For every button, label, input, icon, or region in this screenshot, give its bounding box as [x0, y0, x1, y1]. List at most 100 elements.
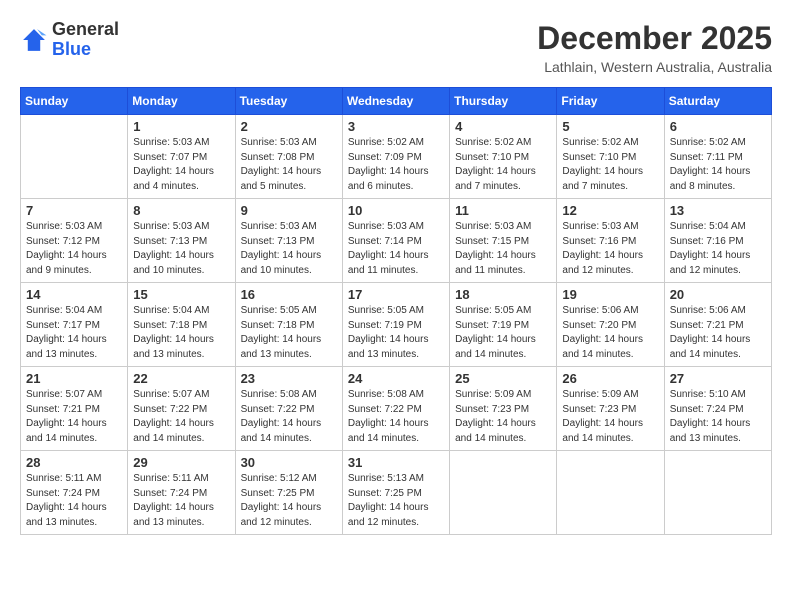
- day-cell: 27 Sunrise: 5:10 AM Sunset: 7:24 PM Dayli…: [664, 367, 771, 451]
- day-cell: [450, 451, 557, 535]
- logo-icon: [20, 26, 48, 54]
- day-info: Sunrise: 5:07 AM Sunset: 7:21 PM Dayligh…: [26, 388, 122, 446]
- day-info: Sunrise: 5:02 AM Sunset: 7:10 PM Dayligh…: [455, 136, 551, 194]
- day-number: 1: [133, 119, 229, 134]
- day-info: Sunrise: 5:13 AM Sunset: 7:25 PM Dayligh…: [348, 472, 444, 530]
- day-cell: 31 Sunrise: 5:13 AM Sunset: 7:25 PM Dayli…: [342, 451, 449, 535]
- day-number: 10: [348, 203, 444, 218]
- day-cell: 10 Sunrise: 5:03 AM Sunset: 7:14 PM Dayli…: [342, 199, 449, 283]
- day-cell: 9 Sunrise: 5:03 AM Sunset: 7:13 PM Daylig…: [235, 199, 342, 283]
- day-info: Sunrise: 5:03 AM Sunset: 7:13 PM Dayligh…: [133, 220, 229, 278]
- day-number: 17: [348, 287, 444, 302]
- day-info: Sunrise: 5:02 AM Sunset: 7:10 PM Dayligh…: [562, 136, 658, 194]
- day-number: 24: [348, 371, 444, 386]
- day-cell: 18 Sunrise: 5:05 AM Sunset: 7:19 PM Dayli…: [450, 283, 557, 367]
- day-number: 2: [241, 119, 337, 134]
- week-row-3: 14 Sunrise: 5:04 AM Sunset: 7:17 PM Dayli…: [21, 283, 772, 367]
- day-cell: [557, 451, 664, 535]
- day-info: Sunrise: 5:03 AM Sunset: 7:13 PM Dayligh…: [241, 220, 337, 278]
- day-number: 22: [133, 371, 229, 386]
- day-cell: 22 Sunrise: 5:07 AM Sunset: 7:22 PM Dayli…: [128, 367, 235, 451]
- day-number: 23: [241, 371, 337, 386]
- day-info: Sunrise: 5:07 AM Sunset: 7:22 PM Dayligh…: [133, 388, 229, 446]
- day-info: Sunrise: 5:03 AM Sunset: 7:16 PM Dayligh…: [562, 220, 658, 278]
- day-cell: 12 Sunrise: 5:03 AM Sunset: 7:16 PM Dayli…: [557, 199, 664, 283]
- day-cell: 29 Sunrise: 5:11 AM Sunset: 7:24 PM Dayli…: [128, 451, 235, 535]
- day-info: Sunrise: 5:11 AM Sunset: 7:24 PM Dayligh…: [133, 472, 229, 530]
- day-cell: 5 Sunrise: 5:02 AM Sunset: 7:10 PM Daylig…: [557, 115, 664, 199]
- day-number: 12: [562, 203, 658, 218]
- day-cell: 14 Sunrise: 5:04 AM Sunset: 7:17 PM Dayli…: [21, 283, 128, 367]
- col-header-monday: Monday: [128, 88, 235, 115]
- day-cell: 28Sunrise: 5:11 AM Sunset: 7:24 PM Dayli…: [21, 451, 128, 535]
- day-number: 8: [133, 203, 229, 218]
- day-info: Sunrise: 5:04 AM Sunset: 7:17 PM Dayligh…: [26, 304, 122, 362]
- day-cell: [21, 115, 128, 199]
- day-cell: 21 Sunrise: 5:07 AM Sunset: 7:21 PM Dayli…: [21, 367, 128, 451]
- logo-general-text: General: [52, 20, 119, 40]
- day-number: 21: [26, 371, 122, 386]
- day-info: Sunrise: 5:08 AM Sunset: 7:22 PM Dayligh…: [348, 388, 444, 446]
- day-info: Sunrise: 5:08 AM Sunset: 7:22 PM Dayligh…: [241, 388, 337, 446]
- day-number: 27: [670, 371, 766, 386]
- day-cell: 1 Sunrise: 5:03 AM Sunset: 7:07 PM Daylig…: [128, 115, 235, 199]
- day-number: 14: [26, 287, 122, 302]
- day-cell: 7 Sunrise: 5:03 AM Sunset: 7:12 PM Daylig…: [21, 199, 128, 283]
- day-info: Sunrise: 5:05 AM Sunset: 7:19 PM Dayligh…: [348, 304, 444, 362]
- location-text: Lathlain, Western Australia, Australia: [537, 59, 772, 75]
- week-row-2: 7 Sunrise: 5:03 AM Sunset: 7:12 PM Daylig…: [21, 199, 772, 283]
- day-cell: 24 Sunrise: 5:08 AM Sunset: 7:22 PM Dayli…: [342, 367, 449, 451]
- day-number: 31: [348, 455, 444, 470]
- day-info: Sunrise: 5:03 AM Sunset: 7:07 PM Dayligh…: [133, 136, 229, 194]
- day-number: 18: [455, 287, 551, 302]
- col-header-sunday: Sunday: [21, 88, 128, 115]
- day-info: Sunrise: 5:06 AM Sunset: 7:21 PM Dayligh…: [670, 304, 766, 362]
- page-header: General Blue December 2025 Lathlain, Wes…: [20, 20, 772, 75]
- day-cell: 19Sunrise: 5:06 AM Sunset: 7:20 PM Dayli…: [557, 283, 664, 367]
- day-info: Sunrise: 5:04 AM Sunset: 7:16 PM Dayligh…: [670, 220, 766, 278]
- day-info: Sunrise: 5:02 AM Sunset: 7:11 PM Dayligh…: [670, 136, 766, 194]
- day-number: 20: [670, 287, 766, 302]
- col-header-thursday: Thursday: [450, 88, 557, 115]
- day-number: 30: [241, 455, 337, 470]
- col-header-wednesday: Wednesday: [342, 88, 449, 115]
- day-number: 3: [348, 119, 444, 134]
- day-cell: 6 Sunrise: 5:02 AM Sunset: 7:11 PM Daylig…: [664, 115, 771, 199]
- day-number: 5: [562, 119, 658, 134]
- col-header-saturday: Saturday: [664, 88, 771, 115]
- day-info: Sunrise: 5:05 AM Sunset: 7:19 PM Dayligh…: [455, 304, 551, 362]
- day-cell: 23 Sunrise: 5:08 AM Sunset: 7:22 PM Dayli…: [235, 367, 342, 451]
- day-cell: 2Sunrise: 5:03 AM Sunset: 7:08 PM Daylig…: [235, 115, 342, 199]
- day-number: 29: [133, 455, 229, 470]
- week-row-4: 21 Sunrise: 5:07 AM Sunset: 7:21 PM Dayli…: [21, 367, 772, 451]
- day-info: Sunrise: 5:06 AM Sunset: 7:20 PM Dayligh…: [562, 304, 658, 362]
- day-info: Sunrise: 5:03 AM Sunset: 7:12 PM Dayligh…: [26, 220, 122, 278]
- logo-blue-text: Blue: [52, 40, 119, 60]
- logo: General Blue: [20, 20, 119, 60]
- calendar-table: SundayMondayTuesdayWednesdayThursdayFrid…: [20, 87, 772, 535]
- day-number: 26: [562, 371, 658, 386]
- day-info: Sunrise: 5:12 AM Sunset: 7:25 PM Dayligh…: [241, 472, 337, 530]
- month-title: December 2025: [537, 20, 772, 57]
- day-number: 7: [26, 203, 122, 218]
- day-cell: 13Sunrise: 5:04 AM Sunset: 7:16 PM Dayli…: [664, 199, 771, 283]
- day-info: Sunrise: 5:09 AM Sunset: 7:23 PM Dayligh…: [562, 388, 658, 446]
- day-info: Sunrise: 5:03 AM Sunset: 7:14 PM Dayligh…: [348, 220, 444, 278]
- day-cell: 17 Sunrise: 5:05 AM Sunset: 7:19 PM Dayli…: [342, 283, 449, 367]
- day-cell: 4Sunrise: 5:02 AM Sunset: 7:10 PM Daylig…: [450, 115, 557, 199]
- day-info: Sunrise: 5:04 AM Sunset: 7:18 PM Dayligh…: [133, 304, 229, 362]
- week-row-5: 28Sunrise: 5:11 AM Sunset: 7:24 PM Dayli…: [21, 451, 772, 535]
- day-cell: 26 Sunrise: 5:09 AM Sunset: 7:23 PM Dayli…: [557, 367, 664, 451]
- day-cell: 20 Sunrise: 5:06 AM Sunset: 7:21 PM Dayli…: [664, 283, 771, 367]
- day-number: 9: [241, 203, 337, 218]
- title-block: December 2025 Lathlain, Western Australi…: [537, 20, 772, 75]
- day-number: 6: [670, 119, 766, 134]
- day-info: Sunrise: 5:10 AM Sunset: 7:24 PM Dayligh…: [670, 388, 766, 446]
- day-number: 25: [455, 371, 551, 386]
- day-cell: 11Sunrise: 5:03 AM Sunset: 7:15 PM Dayli…: [450, 199, 557, 283]
- week-row-1: 1 Sunrise: 5:03 AM Sunset: 7:07 PM Daylig…: [21, 115, 772, 199]
- day-info: Sunrise: 5:03 AM Sunset: 7:15 PM Dayligh…: [455, 220, 551, 278]
- day-cell: 8 Sunrise: 5:03 AM Sunset: 7:13 PM Daylig…: [128, 199, 235, 283]
- day-cell: 25Sunrise: 5:09 AM Sunset: 7:23 PM Dayli…: [450, 367, 557, 451]
- day-number: 16: [241, 287, 337, 302]
